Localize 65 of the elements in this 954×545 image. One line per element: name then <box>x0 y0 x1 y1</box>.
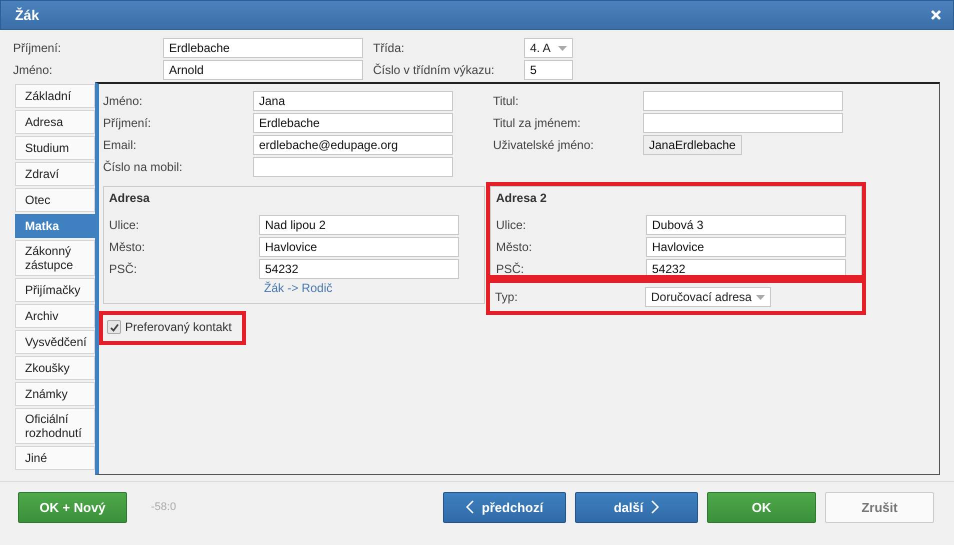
input-field[interactable]: Dubová 3 <box>646 215 846 235</box>
type-dropdown[interactable]: Doručovací adresa <box>645 287 771 307</box>
field-label: PSČ: <box>496 262 526 275</box>
sidebar-tab[interactable]: Adresa <box>15 110 95 134</box>
input-field[interactable]: Erdlebache <box>163 38 363 58</box>
field-label: Jméno: <box>103 94 144 108</box>
sidebar-tab[interactable]: Archiv <box>15 304 95 328</box>
close-icon[interactable] <box>931 10 941 20</box>
sidebar-tab[interactable]: Přijímačky <box>15 278 95 302</box>
field-label: Číslo na mobil: <box>103 160 184 174</box>
field-label: Číslo v třídním výkazu: <box>373 63 494 77</box>
sidebar-tab[interactable]: Základní <box>15 84 95 108</box>
next-button[interactable]: další <box>575 492 698 522</box>
input-field[interactable] <box>643 91 843 111</box>
checkbox[interactable] <box>107 320 121 334</box>
field-label: Titul za jménem: <box>493 116 582 130</box>
chevron-left-icon <box>466 500 474 514</box>
field-label: Město: <box>496 240 534 254</box>
field-label: Uživatelské jméno: <box>493 138 595 152</box>
sidebar-tab[interactable]: Zkoušky <box>15 356 95 380</box>
field-label: Ulice: <box>496 218 528 232</box>
class-dropdown[interactable]: 4. A <box>524 38 573 58</box>
input-field[interactable]: Jana <box>253 91 453 111</box>
input-field[interactable]: 54232 <box>646 259 846 275</box>
field-label: Email: <box>103 138 138 152</box>
input-field[interactable] <box>643 113 843 133</box>
sidebar-tab[interactable]: Matka <box>15 214 95 238</box>
previous-button[interactable]: předchozí <box>443 492 566 522</box>
field-label: PSČ: <box>109 262 138 276</box>
field-label: Příjmení: <box>103 116 152 130</box>
input-field[interactable]: 5 <box>524 60 573 80</box>
field-label: Třída: <box>373 41 404 55</box>
sidebar-tab[interactable]: Zdraví <box>15 162 95 186</box>
section-title: Adresa <box>109 191 150 205</box>
cancel-button[interactable]: Zrušit <box>825 492 934 522</box>
chevron-right-icon <box>651 500 660 514</box>
input-field[interactable]: 54232 <box>259 259 459 279</box>
field-label: Příjmení: <box>13 41 62 55</box>
sidebar-tab[interactable]: Studium <box>15 136 95 160</box>
sidebar-tab[interactable]: Známky <box>15 382 95 406</box>
sidebar-tab[interactable]: Zákonný zástupce <box>15 240 95 276</box>
input-field[interactable]: Arnold <box>163 60 363 80</box>
field-label: Jméno: <box>13 63 52 77</box>
input-field[interactable]: Erdlebache <box>253 113 453 133</box>
input-field[interactable] <box>253 157 453 177</box>
input-field[interactable]: erdlebache@edupage.org <box>253 135 453 155</box>
caret-icon <box>756 294 765 300</box>
status-code: -58:0 <box>151 501 178 513</box>
field-label: Město: <box>109 240 146 254</box>
section-title: Adresa 2 <box>496 191 547 205</box>
field-label: Typ: <box>495 290 519 304</box>
input-field[interactable]: Havlovice <box>646 237 846 257</box>
field-label: Ulice: <box>109 218 140 232</box>
caret-icon <box>558 46 567 50</box>
sidebar-tab[interactable]: Vysvědčení <box>15 330 95 354</box>
sidebar-tab[interactable]: Oficiální rozhodnutí <box>15 408 95 444</box>
field-label: Titul: <box>493 94 520 108</box>
input-field[interactable]: Nad lipou 2 <box>259 215 459 235</box>
sidebar-tab[interactable]: Otec <box>15 188 95 212</box>
checkbox-label: Preferovaný kontakt <box>125 320 232 334</box>
window-title: Žák <box>15 7 40 23</box>
copy-link[interactable]: Žák -> Rodič <box>264 281 332 295</box>
input-field[interactable]: Havlovice <box>259 237 459 257</box>
readonly-field: JanaErdlebache <box>643 135 742 155</box>
sidebar-tab[interactable]: Jiné <box>15 446 95 470</box>
